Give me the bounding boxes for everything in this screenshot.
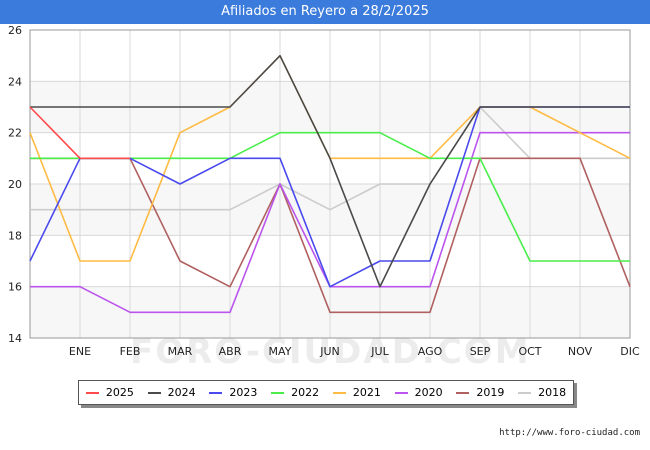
x-tick-label: SEP — [470, 345, 491, 358]
legend-label: 2023 — [229, 386, 258, 399]
legend-label: 2020 — [414, 386, 443, 399]
legend-swatch — [147, 391, 161, 394]
legend-swatch — [394, 391, 408, 394]
y-tick-label: 20 — [8, 178, 22, 191]
legend-label: 2021 — [352, 386, 381, 399]
legend-swatch — [456, 391, 470, 394]
legend-item-2025: 2025 — [85, 386, 134, 399]
x-tick-label: ABR — [219, 345, 242, 358]
x-tick-label: MAY — [269, 345, 292, 358]
legend-item-2021: 2021 — [332, 386, 381, 399]
y-tick-label: 22 — [8, 127, 22, 140]
x-tick-label: JUL — [370, 345, 389, 358]
legend-item-2024: 2024 — [147, 386, 196, 399]
y-tick-label: 14 — [8, 332, 22, 345]
x-tick-label: OCT — [518, 345, 541, 358]
source-url[interactable]: http://www.foro-ciudad.com — [499, 428, 640, 438]
y-tick-label: 18 — [8, 229, 22, 242]
legend-label: 2022 — [291, 386, 320, 399]
line-chart: 14 16 18 20 22 24 26 ENE FEB MAR ABR MAY JUN JUL AGO SE… — [8, 24, 640, 358]
legend-swatch — [271, 391, 285, 394]
legend-label: 2024 — [167, 386, 196, 399]
legend-item-2022: 2022 — [271, 386, 319, 399]
y-tick-label: 16 — [8, 281, 22, 294]
legend-swatch — [209, 391, 223, 394]
chart-legend: 2025 2024 2023 2022 2021 2020 2019 2018 — [78, 380, 574, 405]
legend-item-2018: 2018 — [518, 386, 566, 399]
legend-item-2020: 2020 — [394, 386, 443, 399]
legend-swatch — [332, 391, 346, 394]
x-tick-label: MAR — [168, 345, 193, 358]
legend-swatch — [518, 391, 532, 394]
legend-item-2019: 2019 — [456, 386, 504, 399]
y-tick-label: 24 — [8, 75, 22, 88]
x-tick-label: NOV — [568, 345, 593, 358]
legend-swatch — [85, 391, 99, 394]
x-tick-label: AGO — [418, 345, 443, 358]
x-tick-label: ENE — [69, 345, 91, 358]
legend-item-2023: 2023 — [209, 386, 257, 399]
x-tick-label: JUN — [319, 345, 340, 358]
x-tick-label: FEB — [120, 345, 141, 358]
x-tick-label: DIC — [620, 345, 640, 358]
legend-label: 2025 — [105, 386, 134, 399]
y-tick-label: 26 — [8, 24, 22, 37]
legend-label: 2019 — [476, 386, 505, 399]
legend-label: 2018 — [538, 386, 567, 399]
